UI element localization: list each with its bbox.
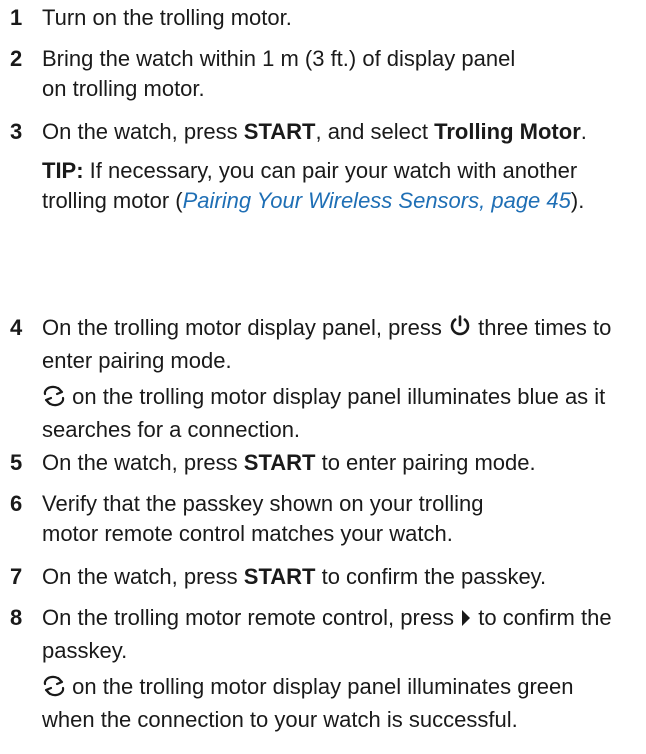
step-text: On the trolling motor remote control, pr… (42, 605, 461, 630)
step-5: 5 On the watch, press START to enter pai… (10, 448, 640, 478)
step-8: 8 On the trolling motor remote control, … (10, 603, 640, 735)
step-number: 7 (10, 564, 23, 589)
tip-label: TIP: (42, 158, 84, 183)
step-text: to enter pairing mode. (315, 450, 536, 475)
start-key-label: START (243, 119, 316, 144)
pairing-arrows-icon (42, 675, 66, 705)
step-3: 3 On the watch, press START, and select … (10, 117, 640, 216)
pairing-arrows-icon (42, 385, 66, 415)
step-text: to confirm the passkey. (315, 564, 547, 589)
start-key-label: START (243, 450, 316, 475)
step-2: 2 Bring the watch within 1 m (3 ft.) of … (10, 44, 640, 104)
step-text-line: motor remote control matches your watch. (42, 521, 453, 546)
step-text: On the watch, press (42, 450, 244, 475)
step-number: 3 (10, 119, 23, 144)
step-text: . (580, 119, 587, 144)
pairing-sensors-link[interactable]: Pairing Your Wireless Sensors, page 45 (183, 188, 571, 213)
step-1: 1 Turn on the trolling motor. (10, 3, 640, 33)
step-number: 8 (10, 605, 23, 630)
step-text-line: Bring the watch within 1 m (3 ft.) of di… (42, 46, 516, 71)
step-4: 4 On the trolling motor display panel, p… (10, 313, 640, 445)
pairing-status-note: on the trolling motor display panel illu… (42, 382, 612, 445)
step-number: 1 (10, 5, 23, 30)
note-text: on the trolling motor display panel illu… (42, 384, 606, 442)
step-7: 7 On the watch, press START to confirm t… (10, 562, 640, 592)
trolling-motor-option: Trolling Motor (434, 119, 581, 144)
step-text: On the watch, press (42, 119, 244, 144)
step-number: 4 (10, 315, 23, 340)
connection-status-note: on the trolling motor display panel illu… (42, 672, 612, 735)
step-number: 2 (10, 46, 23, 71)
step-text: Turn on the trolling motor. (42, 5, 292, 30)
step-text: On the watch, press (42, 564, 244, 589)
tip-text: ). (570, 188, 585, 213)
step-6: 6 Verify that the passkey shown on your … (10, 489, 640, 549)
tip-block: TIP: If necessary, you can pair your wat… (42, 156, 607, 216)
note-text: on the trolling motor display panel illu… (42, 674, 574, 732)
step-text-line: Verify that the passkey shown on your tr… (42, 491, 484, 516)
step-number: 6 (10, 491, 23, 516)
step-number: 5 (10, 450, 23, 475)
play-arrow-icon (460, 606, 472, 636)
step-text-line: on trolling motor. (42, 76, 205, 101)
step-text: , and select (315, 119, 435, 144)
power-icon (448, 314, 472, 346)
step-text: On the trolling motor display panel, pre… (42, 315, 448, 340)
instruction-page: 1 Turn on the trolling motor. 2 Bring th… (0, 0, 646, 754)
start-key-label: START (243, 564, 316, 589)
